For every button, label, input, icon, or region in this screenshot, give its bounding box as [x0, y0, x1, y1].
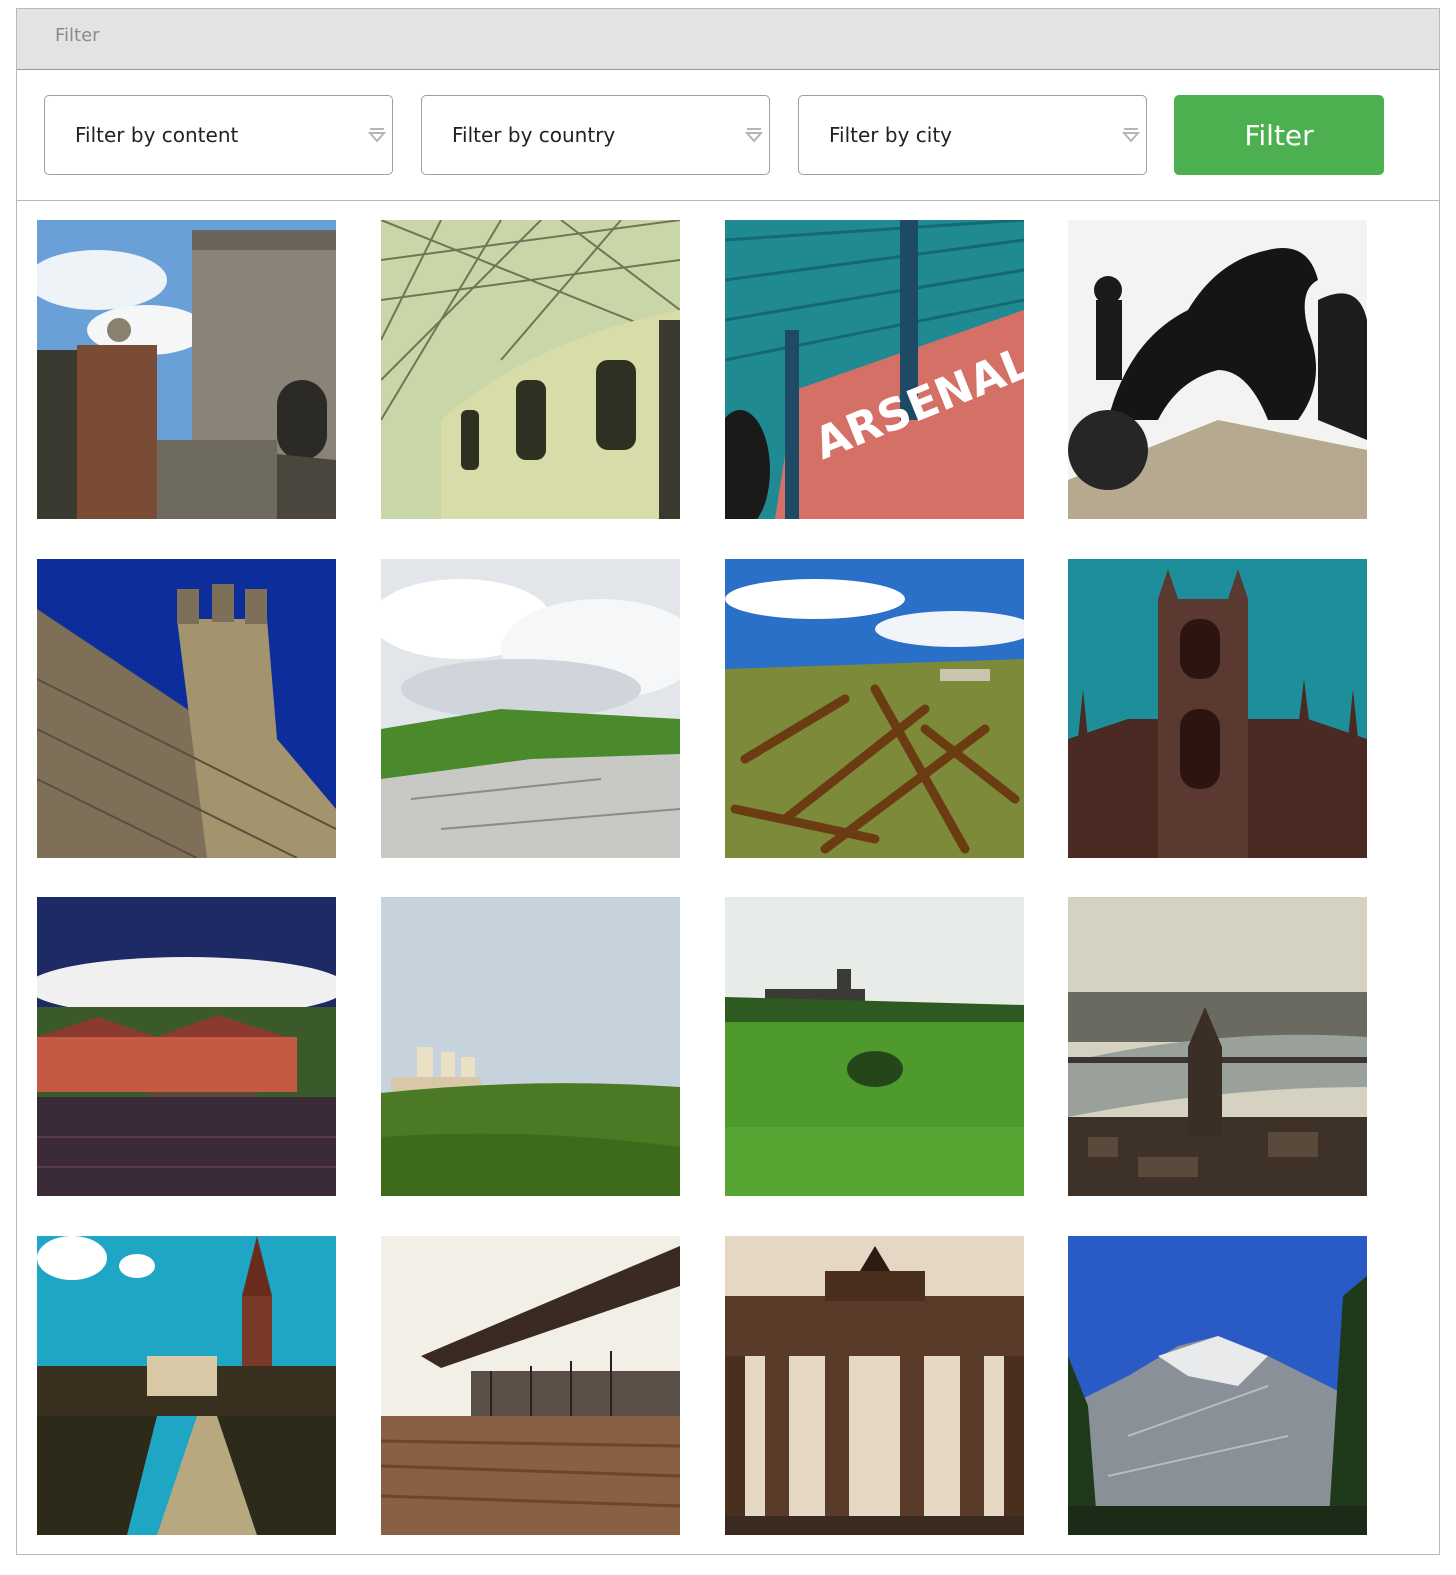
river-city-view-photo[interactable]	[1068, 897, 1367, 1196]
snowy-mountain-photo[interactable]	[1068, 1236, 1367, 1535]
filter-button[interactable]: Filter	[1174, 95, 1384, 175]
palace-garden-photo[interactable]	[37, 1236, 336, 1535]
rusty-anchors-photo[interactable]	[725, 559, 1024, 858]
castle-battlements-photo[interactable]	[37, 559, 336, 858]
glass-roof-courtyard-photo[interactable]	[381, 220, 680, 519]
country-filter-select[interactable]: Filter by country	[421, 95, 770, 175]
brandenburg-gate-photo[interactable]	[725, 1236, 1024, 1535]
filter-panel: Filter Filter by content Filter by count…	[16, 8, 1440, 1555]
dropdown-arrow-icon	[745, 128, 763, 143]
dropdown-arrow-icon	[1122, 128, 1140, 143]
panel-header: Filter	[17, 9, 1439, 70]
gothic-church-photo[interactable]	[1068, 559, 1367, 858]
castle-gate-photo[interactable]	[37, 220, 336, 519]
panel-title: Filter	[55, 24, 100, 46]
horse-chariot-statue-photo[interactable]	[1068, 220, 1367, 519]
country-filter-label: Filter by country	[452, 123, 616, 147]
photo-grid: ARSENAL	[17, 201, 1439, 1555]
city-filter-label: Filter by city	[829, 123, 953, 147]
dropdown-arrow-icon	[368, 128, 386, 143]
filter-bar: Filter by content Filter by country Filt…	[17, 70, 1439, 201]
rocky-coast-photo[interactable]	[381, 559, 680, 858]
content-filter-label: Filter by content	[75, 123, 239, 147]
harbour-town-photo[interactable]	[37, 897, 336, 1196]
green-field-church-photo[interactable]	[725, 897, 1024, 1196]
arsenal-stadium-photo[interactable]: ARSENAL	[725, 220, 1024, 519]
modern-gallery-photo[interactable]	[381, 1236, 680, 1535]
city-filter-select[interactable]: Filter by city	[798, 95, 1147, 175]
content-filter-select[interactable]: Filter by content	[44, 95, 393, 175]
field-silos-photo[interactable]	[381, 897, 680, 1196]
